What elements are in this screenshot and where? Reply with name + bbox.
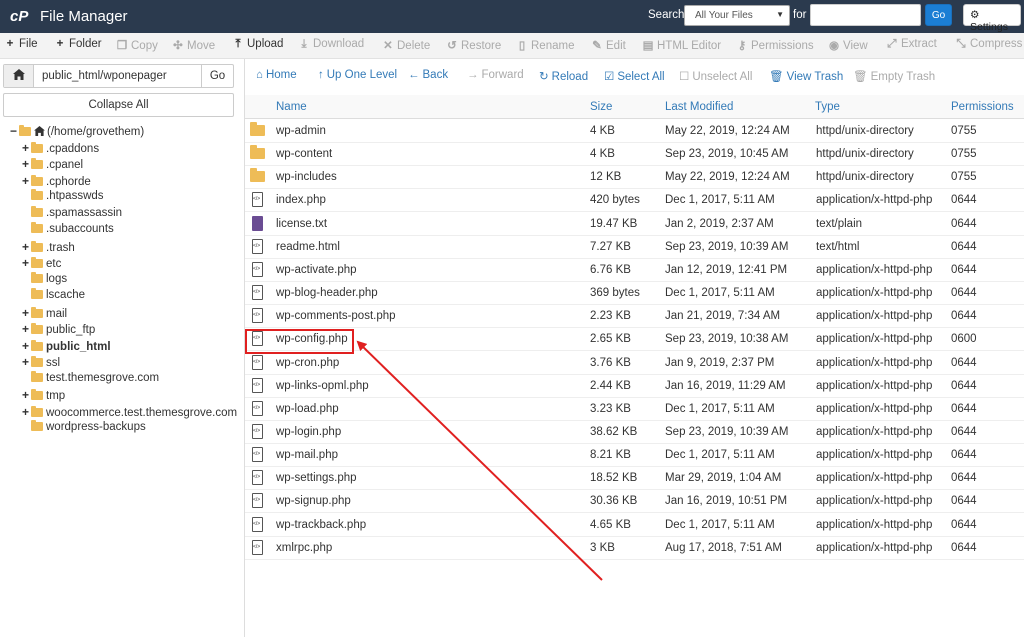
annotation-arrow (356, 340, 603, 581)
